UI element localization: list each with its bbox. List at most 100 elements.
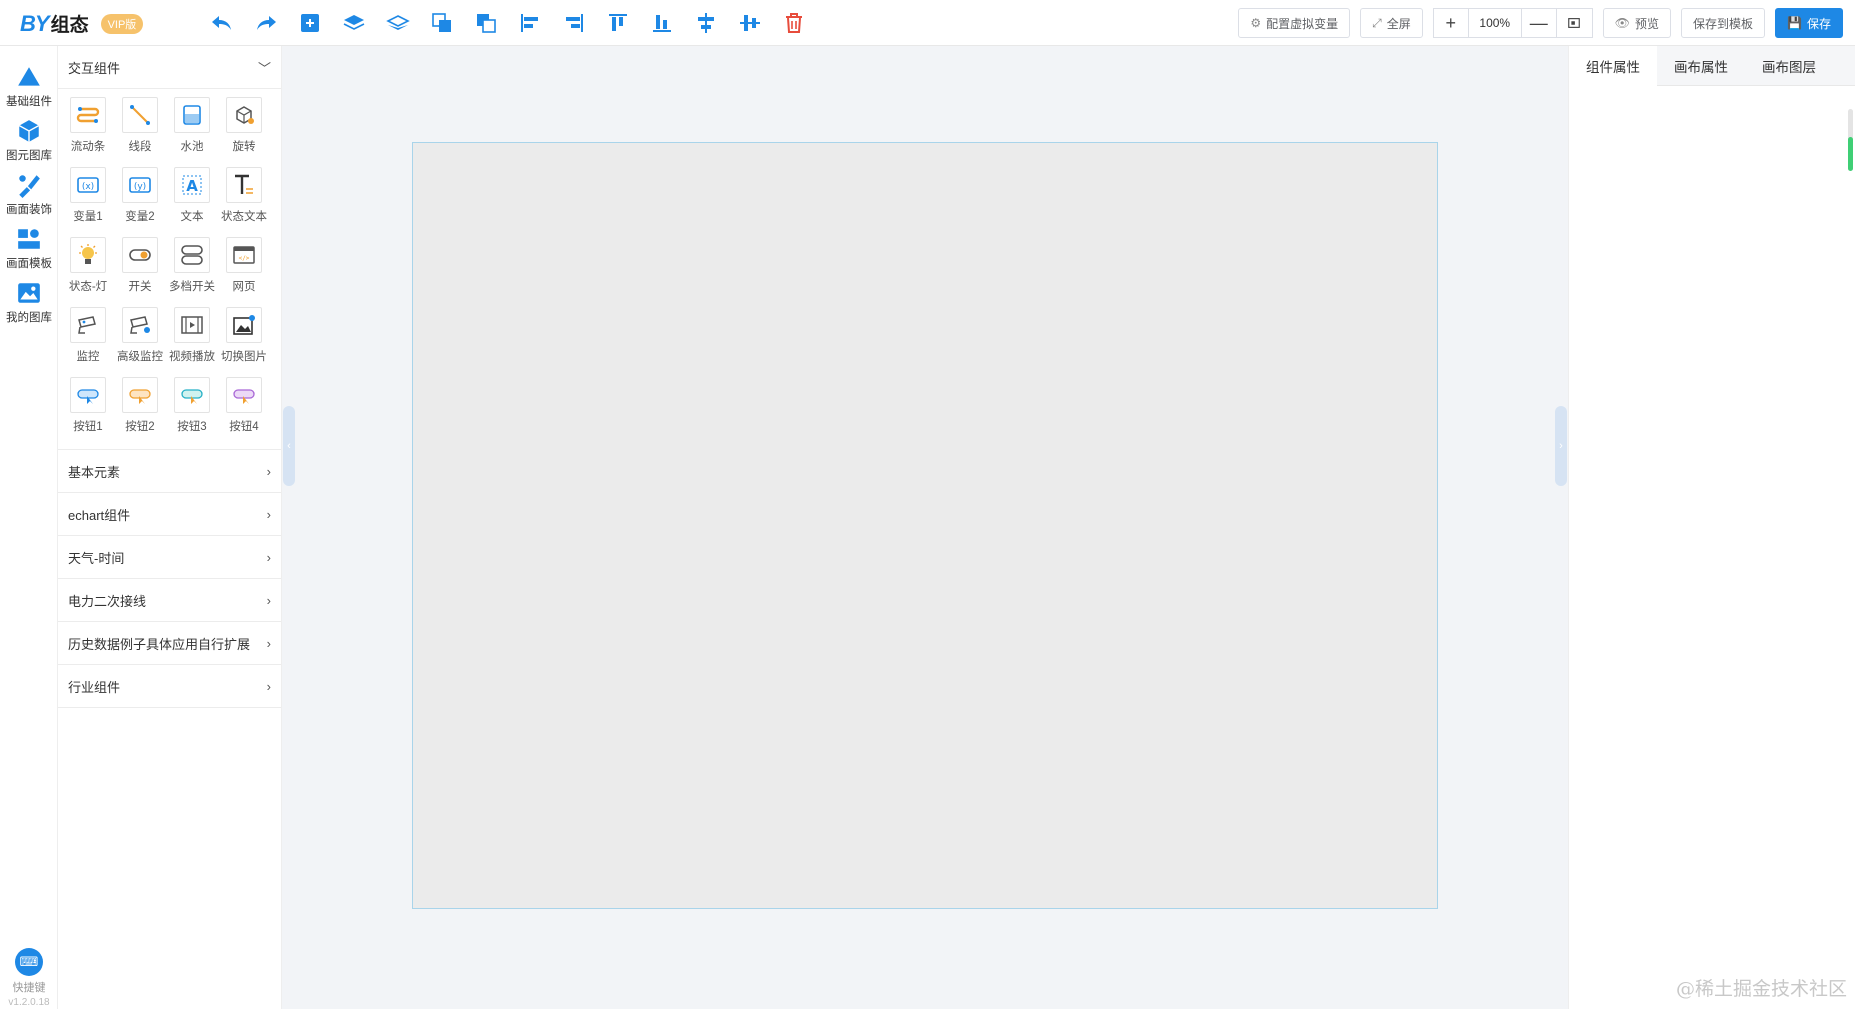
vip-badge: VIP版 — [100, 13, 144, 34]
rail-item-primitives[interactable]: 图元图库 — [0, 118, 58, 163]
section-header-history-data[interactable]: 历史数据例子具体应用自行扩展 › — [58, 622, 281, 665]
svg-text:(y): (y) — [134, 182, 146, 192]
delete-button[interactable] — [772, 8, 816, 38]
component-line[interactable]: 线段 — [114, 97, 166, 163]
section-header-industry[interactable]: 行业组件 › — [58, 665, 281, 708]
rail-item-template[interactable]: 画面模板 — [0, 226, 58, 271]
camera-icon — [78, 316, 96, 334]
component-button3[interactable]: 按钮3 — [166, 377, 218, 443]
top-bar: BY 组态 VIP版 ⚙ 配置虚拟变量 ⤢ 全屏 + 100% — 👁 预览 保… — [0, 0, 1855, 46]
button2-icon — [129, 389, 151, 404]
version-label: v1.2.0.18 — [8, 997, 50, 1008]
component-text[interactable]: A 文本 — [166, 167, 218, 233]
section-header-weather-time[interactable]: 天气-时间 › — [58, 536, 281, 579]
add-button[interactable] — [288, 8, 332, 38]
align-left-button[interactable] — [508, 8, 552, 38]
logo: BY 组态 VIP版 — [20, 10, 144, 37]
component-multi-switch[interactable]: 多档开关 — [166, 237, 218, 303]
align-hcenter-button[interactable] — [684, 8, 728, 38]
rail-item-basic[interactable]: 基础组件 — [0, 64, 58, 109]
pool-icon — [183, 105, 201, 125]
section-title: 天气-时间 — [68, 550, 125, 566]
button3-icon — [181, 389, 203, 404]
design-canvas[interactable] — [412, 142, 1438, 909]
component-pool[interactable]: 水池 — [166, 97, 218, 163]
component-button1[interactable]: 按钮1 — [62, 377, 114, 443]
redo-button[interactable] — [244, 8, 288, 38]
bring-front-button[interactable] — [420, 8, 464, 38]
component-variable2[interactable]: (y) 变量2 — [114, 167, 166, 233]
shortcut-label: 快捷键 — [12, 982, 46, 994]
tab-canvas-props[interactable]: 画布属性 — [1657, 46, 1745, 86]
config-vars-button[interactable]: ⚙ 配置虚拟变量 — [1238, 8, 1351, 38]
component-button4[interactable]: 按钮4 — [218, 377, 270, 443]
send-back-button[interactable] — [464, 8, 508, 38]
chevron-right-icon: › — [266, 592, 271, 608]
variable2-icon: (y) — [129, 177, 151, 193]
template-icon — [18, 229, 40, 249]
tab-component-props[interactable]: 组件属性 — [1569, 46, 1657, 86]
fullscreen-label: 全屏 — [1386, 16, 1411, 31]
layer-up-button[interactable] — [332, 8, 376, 38]
component-rotate[interactable]: 旋转 — [218, 97, 270, 163]
layer-down-button[interactable] — [376, 8, 420, 38]
align-right-button[interactable] — [552, 8, 596, 38]
scrollbar-thumb[interactable] — [1848, 137, 1853, 171]
component-variable1[interactable]: (x) 变量1 — [62, 167, 114, 233]
button1-icon — [77, 389, 99, 404]
send-back-icon — [477, 14, 496, 33]
zoom-out-button[interactable]: — — [1520, 8, 1557, 38]
scrollbar[interactable] — [1848, 109, 1853, 171]
eye-icon: 👁 — [1614, 16, 1630, 30]
component-advanced-camera[interactable]: 高级监控 — [114, 307, 166, 373]
save-template-button[interactable]: 保存到模板 — [1681, 8, 1766, 38]
section-header-power-wiring[interactable]: 电力二次接线 › — [58, 579, 281, 622]
save-icon: 💾 — [1787, 16, 1802, 30]
gear-icon: ⚙ — [1250, 16, 1262, 30]
redo-icon — [257, 16, 276, 30]
canvas-area: ‹ › — [283, 46, 1568, 1009]
webpage-icon: </> — [233, 246, 255, 264]
section-header-echart[interactable]: echart组件 › — [58, 493, 281, 536]
component-webpage[interactable]: </> 网页 — [218, 237, 270, 303]
fullscreen-button[interactable]: ⤢ 全屏 — [1360, 8, 1423, 38]
collapse-left-handle[interactable]: ‹ — [283, 406, 295, 486]
align-bottom-button[interactable] — [640, 8, 684, 38]
section-header-basic-elements[interactable]: 基本元素 › — [58, 450, 281, 493]
multi-switch-icon — [181, 245, 203, 265]
collapse-right-handle[interactable]: › — [1555, 406, 1567, 486]
component-status-text[interactable]: 状态文本 — [218, 167, 270, 233]
chevron-right-icon: › — [266, 549, 271, 565]
align-bottom-icon — [653, 15, 671, 32]
align-top-button[interactable] — [596, 8, 640, 38]
rail-item-my-gallery[interactable]: 我的图库 — [0, 280, 58, 325]
component-button2[interactable]: 按钮2 — [114, 377, 166, 443]
zoom-group: + 100% — — [1432, 8, 1593, 38]
component-switch[interactable]: 开关 — [114, 237, 166, 303]
section-header-interactive[interactable]: 交互组件 ﹀ — [58, 46, 281, 89]
toolbar — [200, 8, 816, 38]
property-tabs: 组件属性 画布属性 画布图层 — [1569, 46, 1855, 86]
tab-canvas-layers[interactable]: 画布图层 — [1745, 46, 1833, 86]
component-video[interactable]: 视频播放 — [166, 307, 218, 373]
svg-text:A: A — [186, 177, 198, 195]
svg-text:(x): (x) — [82, 182, 94, 192]
rail-item-label: 画面模板 — [6, 258, 52, 270]
component-flow-bar[interactable]: 流动条 — [62, 97, 114, 163]
preview-button[interactable]: 👁 预览 — [1602, 8, 1672, 38]
align-vcenter-button[interactable] — [728, 8, 772, 38]
component-status-light[interactable]: 状态-灯 — [62, 237, 114, 303]
rail-item-decoration[interactable]: 画面装饰 — [0, 172, 58, 217]
variable1-icon: (x) — [77, 177, 99, 193]
button4-icon — [233, 389, 255, 404]
component-camera[interactable]: 监控 — [62, 307, 114, 373]
zoom-in-button[interactable]: + — [1432, 8, 1469, 38]
align-hcenter-icon — [698, 13, 714, 33]
undo-button[interactable] — [200, 8, 244, 38]
chevron-left-icon: ‹ — [287, 440, 291, 452]
shortcut-area[interactable]: ⌨ 快捷键 v1.2.0.18 — [0, 948, 58, 1008]
logo-brand: BY — [20, 10, 50, 36]
save-button[interactable]: 💾 保存 — [1775, 8, 1843, 38]
fit-screen-button[interactable] — [1556, 8, 1593, 38]
component-switch-image[interactable]: 切换图片 — [218, 307, 270, 373]
